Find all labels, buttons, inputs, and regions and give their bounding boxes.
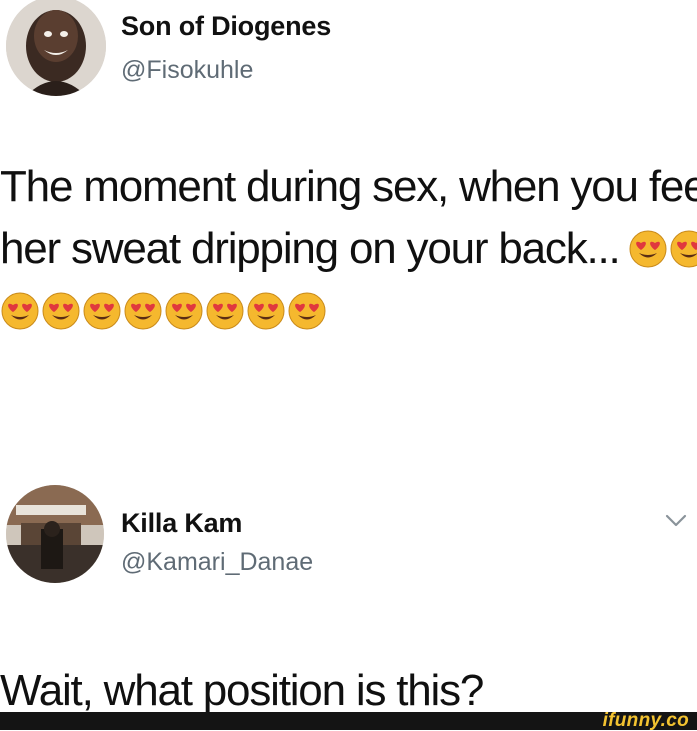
- heart-eyes-emoji-icon: [123, 291, 163, 331]
- heart-eyes-emoji-icon: [164, 291, 204, 331]
- tweet-text-line: The moment during sex, when you feel: [0, 162, 697, 211]
- author-display-name[interactable]: Killa Kam: [121, 508, 242, 539]
- avatar[interactable]: [6, 0, 106, 96]
- heart-eyes-emoji-icon: [246, 291, 286, 331]
- heart-eyes-emoji-icon: [669, 229, 697, 269]
- profile-photo-icon: [6, 0, 106, 96]
- watermark-bar: ifunny.co: [0, 710, 697, 731]
- tweet-card: Son of Diogenes @Fisokuhle The moment du…: [0, 0, 697, 460]
- emoji-line: [0, 280, 697, 342]
- emoji-row: [628, 224, 697, 273]
- heart-eyes-emoji-icon: [205, 291, 245, 331]
- heart-eyes-emoji-icon: [82, 291, 122, 331]
- heart-eyes-emoji-icon: [0, 291, 40, 331]
- author-display-name[interactable]: Son of Diogenes: [121, 11, 331, 42]
- author-handle[interactable]: @Kamari_Danae: [121, 548, 313, 577]
- chevron-down-icon[interactable]: [665, 514, 687, 528]
- heart-eyes-emoji-icon: [41, 291, 81, 331]
- tweet-text: The moment during sex, when you feel her…: [0, 156, 697, 342]
- ifunny-watermark: ifunny.co: [602, 710, 689, 731]
- avatar[interactable]: [6, 485, 104, 583]
- heart-eyes-emoji-icon: [628, 229, 668, 269]
- author-handle[interactable]: @Fisokuhle: [121, 56, 253, 85]
- tweet-text-line: her sweat dripping on your back...: [0, 218, 697, 280]
- tweet-card: Killa Kam @Kamari_Danae Wait, what posit…: [0, 470, 697, 715]
- emoji-row: [0, 286, 328, 335]
- profile-photo-icon: [6, 485, 104, 583]
- heart-eyes-emoji-icon: [287, 291, 327, 331]
